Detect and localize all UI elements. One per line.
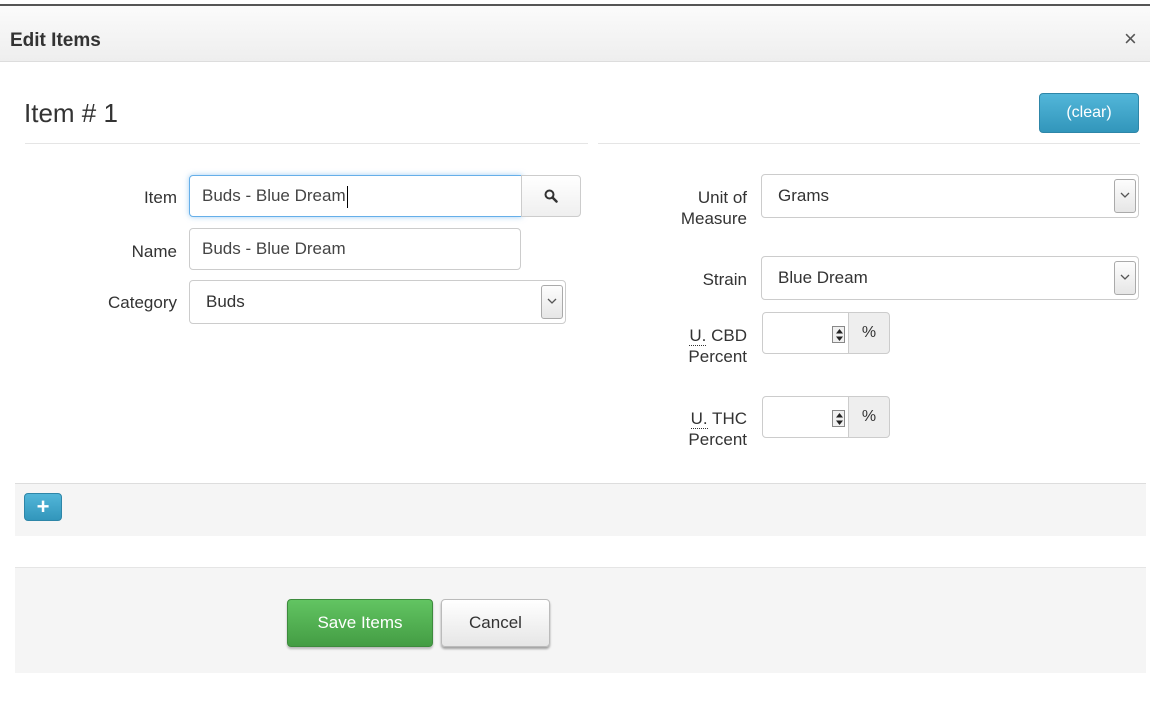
name-input[interactable]: Buds - Blue Dream: [189, 228, 521, 270]
thc-label-line2: Percent: [688, 430, 747, 449]
modal-footer: Save Items Cancel: [15, 567, 1146, 673]
cbd-percent-input[interactable]: [762, 312, 849, 354]
thc-label-text: THC: [707, 409, 747, 428]
cbd-label-text: CBD: [706, 326, 747, 345]
percent-addon: %: [848, 396, 890, 438]
cbd-percent-field: %: [762, 312, 890, 354]
item-label: Item: [143, 188, 177, 207]
percent-addon: %: [848, 312, 890, 354]
thc-percent-field: %: [762, 396, 890, 438]
item-search-button[interactable]: [521, 175, 581, 217]
cbd-label-line2: Percent: [688, 347, 747, 366]
uom-select-value: Grams: [778, 186, 829, 205]
chevron-down-icon: [541, 285, 563, 319]
item-input[interactable]: Buds - Blue Dream: [189, 175, 522, 217]
divider: [25, 143, 588, 144]
category-select-value: Buds: [206, 292, 245, 311]
spinner-arrows-icon[interactable]: [832, 326, 845, 343]
text-cursor: [346, 185, 348, 208]
close-icon[interactable]: ×: [1124, 28, 1137, 50]
search-icon: [544, 189, 558, 203]
item-heading: Item # 1: [24, 98, 118, 128]
item-panel: Item # 1 (clear) Item Buds - Blue Dream …: [15, 76, 1146, 532]
clear-button[interactable]: (clear): [1039, 93, 1139, 133]
strain-select[interactable]: Blue Dream: [761, 256, 1139, 300]
divider: [598, 143, 1140, 144]
uom-label-line2: Measure: [680, 209, 747, 228]
category-select[interactable]: Buds: [189, 280, 566, 324]
chevron-down-icon: [1114, 261, 1136, 295]
item-input-value: Buds - Blue Dream: [202, 186, 346, 205]
unit-of-measure-label: Unit of Measure: [635, 187, 747, 229]
plus-icon: +: [36, 494, 50, 519]
strain-label: Strain: [702, 270, 747, 289]
unit-abbreviation: U.: [690, 409, 708, 429]
name-input-value: Buds - Blue Dream: [202, 239, 346, 258]
cbd-percent-label: U. CBD Percent: [635, 325, 747, 367]
save-items-button[interactable]: Save Items: [287, 599, 433, 647]
items-panel-footer: +: [15, 483, 1146, 536]
unit-of-measure-select[interactable]: Grams: [761, 174, 1139, 218]
chevron-down-icon: [1114, 179, 1136, 213]
add-item-button[interactable]: +: [24, 493, 62, 521]
modal-title: Edit Items: [10, 30, 101, 51]
spinner-arrows-icon[interactable]: [832, 410, 845, 427]
cancel-button[interactable]: Cancel: [441, 599, 550, 647]
modal-header: Edit Items ×: [0, 6, 1150, 62]
name-label: Name: [131, 242, 177, 261]
strain-select-value: Blue Dream: [778, 268, 868, 287]
thc-percent-label: U. THC Percent: [635, 408, 747, 450]
thc-percent-input[interactable]: [762, 396, 849, 438]
category-label: Category: [108, 293, 177, 312]
unit-abbreviation: U.: [689, 326, 707, 346]
uom-label-line1: Unit of: [697, 188, 747, 207]
